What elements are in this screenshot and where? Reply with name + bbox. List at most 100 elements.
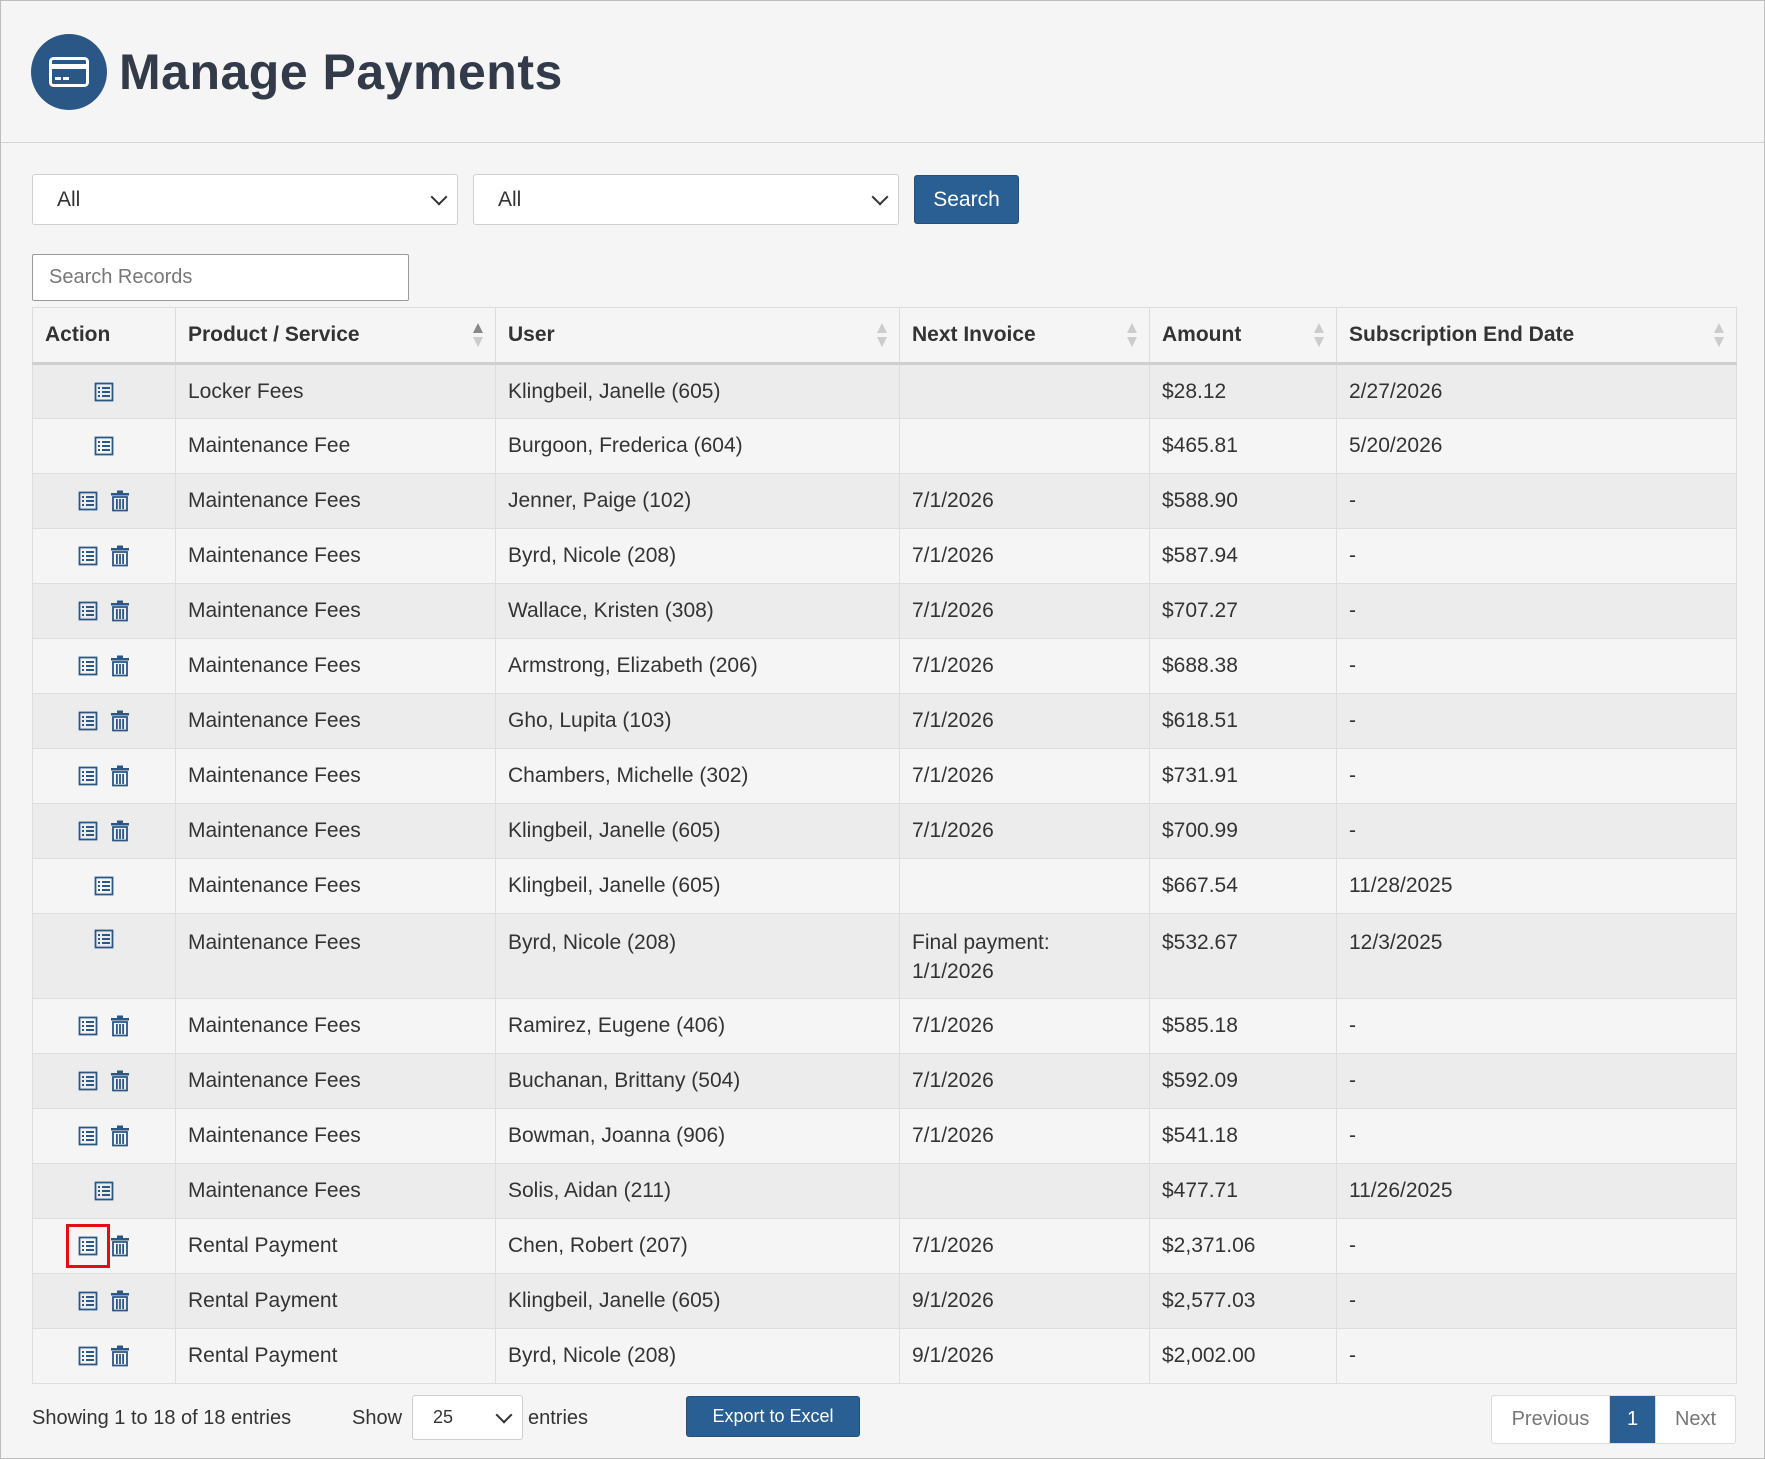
trash-icon[interactable]	[109, 1345, 131, 1367]
action-cell	[32, 858, 176, 914]
show-label: Show	[352, 1407, 403, 1429]
view-details-icon[interactable]	[93, 435, 115, 457]
pagination: Previous 1 Next	[1491, 1395, 1736, 1444]
column-header-amount[interactable]: Amount	[1149, 307, 1337, 365]
view-details-icon[interactable]	[77, 490, 99, 512]
table-row: Maintenance Fees Armstrong, Elizabeth (20…	[32, 638, 1737, 694]
pagination-next[interactable]: Next	[1655, 1396, 1735, 1443]
table-row: Maintenance Fees Klingbeil, Janelle (605)…	[32, 858, 1737, 914]
trash-icon[interactable]	[109, 545, 131, 567]
next-invoice-text: 9/1/2026	[912, 1344, 994, 1367]
trash-icon[interactable]	[109, 710, 131, 732]
product-cell: Maintenance Fees	[175, 803, 496, 859]
view-details-icon[interactable]	[77, 1070, 99, 1092]
table-row: Rental Payment Klingbeil, Janelle (605) 9/…	[32, 1273, 1737, 1329]
column-header-next-invoice[interactable]: Next Invoice	[899, 307, 1150, 365]
trash-icon[interactable]	[109, 1290, 131, 1312]
amount-cell: $585.18	[1149, 998, 1337, 1054]
end-date-cell: -	[1336, 693, 1737, 749]
user-cell: Bowman, Joanna (906)	[495, 1108, 900, 1164]
trash-icon[interactable]	[109, 490, 131, 512]
trash-icon[interactable]	[109, 1125, 131, 1147]
search-records-input[interactable]: Search Records	[32, 254, 409, 301]
amount-cell: $2,371.06	[1149, 1218, 1337, 1274]
product-cell: Maintenance Fees	[175, 473, 496, 529]
view-details-icon[interactable]	[77, 710, 99, 732]
chevron-down-icon	[495, 1406, 513, 1423]
filter-select-2[interactable]: All	[473, 174, 899, 225]
product-cell: Locker Fees	[175, 363, 496, 419]
product-cell: Maintenance Fees	[175, 1053, 496, 1109]
table-row: Maintenance Fees Solis, Aidan (211) $477.7…	[32, 1163, 1737, 1219]
view-details-icon[interactable]	[93, 381, 115, 403]
pagination-page-1[interactable]: 1	[1610, 1396, 1655, 1443]
view-details-icon[interactable]	[93, 875, 115, 897]
next-invoice-cell: 7/1/2026	[899, 693, 1150, 749]
trash-icon[interactable]	[109, 655, 131, 677]
action-cell	[32, 1273, 176, 1329]
view-details-icon[interactable]	[77, 655, 99, 677]
view-details-icon[interactable]	[77, 820, 99, 842]
product-cell: Maintenance Fees	[175, 1108, 496, 1164]
product-cell: Rental Payment	[175, 1328, 496, 1384]
table-row: Maintenance Fees Byrd, Nicole (208) 7/1/20…	[32, 528, 1737, 584]
amount-cell: $707.27	[1149, 583, 1337, 639]
end-date-cell: -	[1336, 1328, 1737, 1384]
amount-cell: $688.38	[1149, 638, 1337, 694]
trash-icon[interactable]	[109, 765, 131, 787]
action-cell	[32, 998, 176, 1054]
amount-cell: $2,002.00	[1149, 1328, 1337, 1384]
filter-bar: All All Search	[32, 174, 1019, 225]
filter-select-1[interactable]: All	[32, 174, 458, 225]
action-cell	[32, 1163, 176, 1219]
chevron-down-icon	[430, 188, 448, 205]
view-details-icon[interactable]	[77, 1290, 99, 1312]
page-length-value: 25	[433, 1407, 454, 1427]
column-header-end-date-label: Subscription End Date	[1349, 323, 1575, 346]
next-invoice-cell: 7/1/2026	[899, 748, 1150, 804]
column-header-end-date[interactable]: Subscription End Date	[1336, 307, 1737, 365]
amount-cell: $465.81	[1149, 418, 1337, 474]
end-date-cell: -	[1336, 473, 1737, 529]
user-cell: Klingbeil, Janelle (605)	[495, 1273, 900, 1329]
pagination-previous[interactable]: Previous	[1492, 1396, 1610, 1443]
view-details-icon[interactable]	[93, 1180, 115, 1202]
credit-card-icon	[31, 33, 107, 110]
user-cell: Byrd, Nicole (208)	[495, 528, 900, 584]
amount-cell: $588.90	[1149, 473, 1337, 529]
next-invoice-text: Final payment:	[912, 931, 1050, 954]
export-to-excel-button[interactable]: Export to Excel	[686, 1396, 860, 1437]
view-details-icon[interactable]	[77, 765, 99, 787]
trash-icon[interactable]	[109, 1235, 131, 1257]
action-cell	[32, 693, 176, 749]
next-invoice-text: 7/1/2026	[912, 1069, 994, 1092]
product-cell: Maintenance Fees	[175, 858, 496, 914]
end-date-cell: -	[1336, 1218, 1737, 1274]
view-details-icon[interactable]	[93, 928, 115, 950]
product-cell: Maintenance Fees	[175, 583, 496, 639]
column-header-product[interactable]: Product / Service	[175, 307, 496, 365]
page-length-select[interactable]: 25	[412, 1395, 523, 1440]
product-cell: Rental Payment	[175, 1273, 496, 1329]
column-header-user[interactable]: User	[495, 307, 900, 365]
view-details-icon[interactable]	[77, 1345, 99, 1367]
action-cell	[32, 803, 176, 859]
column-header-product-label: Product / Service	[188, 323, 360, 346]
sort-icon	[1127, 323, 1137, 347]
trash-icon[interactable]	[109, 1015, 131, 1037]
end-date-cell: -	[1336, 638, 1737, 694]
page-title: Manage Payments	[119, 43, 563, 100]
end-date-cell: -	[1336, 1108, 1737, 1164]
trash-icon[interactable]	[109, 1070, 131, 1092]
amount-cell: $28.12	[1149, 363, 1337, 419]
view-details-icon[interactable]	[66, 1224, 110, 1268]
view-details-icon[interactable]	[77, 545, 99, 567]
view-details-icon[interactable]	[77, 1015, 99, 1037]
trash-icon[interactable]	[109, 820, 131, 842]
view-details-icon[interactable]	[77, 1125, 99, 1147]
view-details-icon[interactable]	[77, 600, 99, 622]
search-button[interactable]: Search	[914, 175, 1019, 224]
trash-icon[interactable]	[109, 600, 131, 622]
action-cell	[32, 1218, 176, 1274]
next-invoice-text: 7/1/2026	[912, 709, 994, 732]
